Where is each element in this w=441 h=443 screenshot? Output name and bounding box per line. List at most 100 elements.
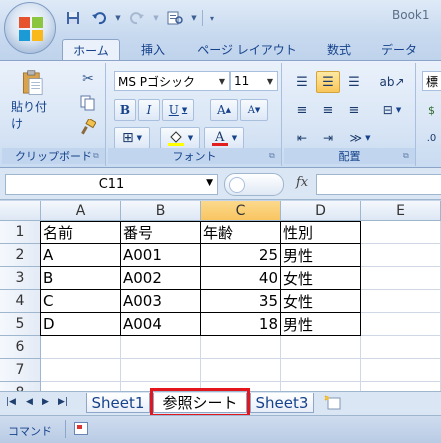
chevron-down-icon[interactable]: ▼ <box>182 106 187 114</box>
cell-d4[interactable]: 女性 <box>281 290 361 313</box>
cell-a2[interactable]: A <box>41 244 121 267</box>
column-header-b[interactable]: B <box>121 201 201 221</box>
cell-b6[interactable] <box>121 336 201 359</box>
customize-qat-icon[interactable]: ▾ <box>207 9 217 27</box>
cell-e8[interactable] <box>361 382 441 391</box>
prev-sheet-icon[interactable]: ◀ <box>26 397 33 407</box>
chevron-down-icon[interactable]: ▼ <box>137 134 142 142</box>
name-box[interactable]: C11 ▼ <box>5 174 218 195</box>
align-right-button[interactable]: ≡ <box>342 99 366 121</box>
cell-c3[interactable]: 40 <box>201 267 281 290</box>
decimal-button[interactable]: .0 <box>422 127 441 149</box>
cell-d5[interactable]: 男性 <box>281 313 361 336</box>
align-top-button[interactable]: ☰ <box>290 71 314 93</box>
row-header-3[interactable]: 3 <box>0 267 41 290</box>
align-bottom-button[interactable]: ☰ <box>342 71 366 93</box>
cell-c5[interactable]: 18 <box>201 313 281 336</box>
chevron-down-icon[interactable]: ▼ <box>152 9 160 27</box>
chevron-down-icon[interactable]: ▼ <box>215 72 229 90</box>
grow-font-button[interactable]: A ▲ <box>210 99 238 121</box>
tab-insert[interactable]: 挿入 <box>130 39 176 60</box>
cell-e4[interactable] <box>361 290 441 313</box>
cell-a3[interactable]: B <box>41 267 121 290</box>
cell-c4[interactable]: 35 <box>201 290 281 313</box>
cell-a6[interactable] <box>41 336 121 359</box>
borders-button[interactable]: ⊞ ▼ <box>114 127 150 149</box>
cell-b2[interactable]: A001 <box>121 244 201 267</box>
fill-color-button[interactable]: ▼ <box>160 127 200 149</box>
chevron-down-icon[interactable]: ▼ <box>206 178 213 188</box>
orientation-button[interactable]: ab↗ <box>374 71 410 93</box>
font-name-combo[interactable]: MS Pゴシック ▼ <box>114 71 230 91</box>
paste-button[interactable]: 貼り付け <box>10 69 54 133</box>
dialog-launcher-icon[interactable]: ⧉ <box>403 151 413 161</box>
cell-e2[interactable] <box>361 244 441 267</box>
font-color-button[interactable]: A ▼ <box>204 127 244 149</box>
cell-c1[interactable]: 年齢 <box>201 221 281 244</box>
undo-icon[interactable] <box>88 9 110 27</box>
row-header-6[interactable]: 6 <box>0 336 41 359</box>
select-all-corner[interactable] <box>0 201 41 221</box>
sheet-tab-sheet3[interactable]: Sheet3 <box>250 393 314 413</box>
cell-c6[interactable] <box>201 336 281 359</box>
chevron-down-icon[interactable]: ▼ <box>232 134 237 142</box>
cell-e5[interactable] <box>361 313 441 336</box>
cell-b5[interactable]: A004 <box>121 313 201 336</box>
save-icon[interactable] <box>62 9 84 27</box>
cell-d6[interactable] <box>281 336 361 359</box>
underline-button[interactable]: U ▼ <box>162 99 194 121</box>
cell-b4[interactable]: A003 <box>121 290 201 313</box>
formula-input[interactable] <box>316 174 441 195</box>
cell-b1[interactable]: 番号 <box>121 221 201 244</box>
increase-indent-button[interactable]: ⇥ <box>316 127 340 149</box>
chevron-down-icon[interactable]: ▼ <box>263 72 277 90</box>
shrink-font-button[interactable]: A ▼ <box>240 99 268 121</box>
cell-a4[interactable]: C <box>41 290 121 313</box>
column-header-d[interactable]: D <box>281 201 361 221</box>
align-center-button[interactable]: ≡ <box>316 99 340 121</box>
macro-record-icon[interactable] <box>74 422 88 435</box>
print-preview-icon[interactable] <box>164 9 186 27</box>
tab-home[interactable]: ホーム <box>62 39 120 60</box>
align-middle-button[interactable]: ☰ <box>316 71 340 93</box>
bold-button[interactable]: B <box>114 99 136 121</box>
cell-d7[interactable] <box>281 359 361 382</box>
row-header-7[interactable]: 7 <box>0 359 41 382</box>
column-header-e[interactable]: E <box>361 201 441 221</box>
cell-e6[interactable] <box>361 336 441 359</box>
cell-a7[interactable] <box>41 359 121 382</box>
row-header-8[interactable]: 8 <box>0 382 41 391</box>
office-button[interactable] <box>4 2 56 54</box>
chevron-down-icon[interactable]: ▼ <box>114 9 122 27</box>
first-sheet-icon[interactable]: |◀ <box>6 397 16 407</box>
chevron-down-icon[interactable]: ▼ <box>188 134 193 142</box>
cell-e3[interactable] <box>361 267 441 290</box>
wrap-text-button[interactable]: ≫ ▼ <box>342 127 378 149</box>
insert-function-button[interactable]: fx <box>296 175 308 190</box>
tab-page-layout[interactable]: ページ レイアウト <box>188 39 306 60</box>
redo-icon[interactable] <box>126 9 148 27</box>
tab-data[interactable]: データ <box>374 39 424 60</box>
cell-a8[interactable] <box>41 382 121 391</box>
chevron-down-icon[interactable]: ▼ <box>396 106 401 114</box>
align-left-button[interactable]: ≡ <box>290 99 314 121</box>
cell-c2[interactable]: 25 <box>201 244 281 267</box>
italic-button[interactable]: I <box>138 99 160 121</box>
cell-b3[interactable]: A002 <box>121 267 201 290</box>
cell-a1[interactable]: 名前 <box>41 221 121 244</box>
cell-d8[interactable] <box>281 382 361 391</box>
dialog-launcher-icon[interactable]: ⧉ <box>269 151 279 161</box>
number-format-combo[interactable]: 標 <box>422 71 441 91</box>
cut-button[interactable]: ✂ <box>76 69 100 89</box>
chevron-down-icon[interactable]: ▼ <box>365 134 370 142</box>
font-size-combo[interactable]: 11 ▼ <box>230 71 278 91</box>
row-header-1[interactable]: 1 <box>0 221 41 244</box>
column-header-a[interactable]: A <box>41 201 121 221</box>
row-header-4[interactable]: 4 <box>0 290 41 313</box>
tab-formulas[interactable]: 数式 <box>316 39 362 60</box>
cell-d3[interactable]: 女性 <box>281 267 361 290</box>
cell-c7[interactable] <box>201 359 281 382</box>
insert-sheet-icon[interactable] <box>322 394 344 412</box>
cell-e1[interactable] <box>361 221 441 244</box>
cell-d1[interactable]: 性別 <box>281 221 361 244</box>
